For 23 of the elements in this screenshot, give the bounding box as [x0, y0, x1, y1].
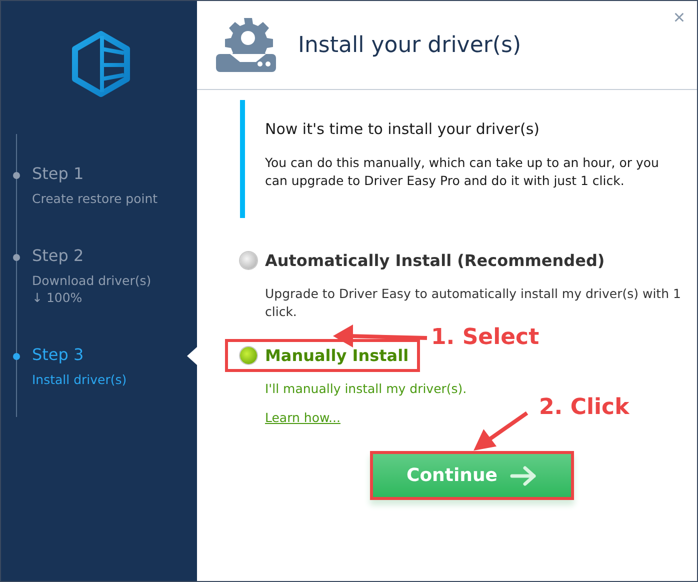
- step-title: Step 2: [32, 246, 84, 265]
- option-description: Upgrade to Driver Easy to automatically install my driver(s) with 1 click.: [265, 285, 682, 321]
- annotation-arrow: [474, 411, 528, 451]
- window-title: Install your driver(s): [298, 32, 522, 58]
- step-subtitle: Download driver(s): [32, 273, 152, 288]
- arrow-right-icon: [510, 466, 538, 486]
- step-title: Step 1: [32, 164, 84, 183]
- option-description: I'll manually install my driver(s).: [265, 380, 468, 398]
- annotation-text: 2. Click: [539, 395, 630, 420]
- annotation-text: 1. Select: [431, 325, 540, 350]
- radio-button[interactable]: [240, 347, 257, 364]
- learn-how-link[interactable]: Learn how...: [265, 410, 340, 425]
- radio-button[interactable]: [240, 252, 257, 269]
- info-text: You can do this manually, which can take up to an hour, or you can upgrade to Driver Easy Pro and do it with just 1 click.: [265, 154, 660, 190]
- step-title: Step 3: [32, 345, 84, 364]
- hexagon-logo-icon: [71, 31, 131, 97]
- info-heading: Now it's time to install your driver(s): [265, 120, 540, 138]
- step-subtitle: Install driver(s): [32, 372, 128, 387]
- close-button[interactable]: ×: [669, 7, 689, 30]
- option-label[interactable]: Manually Install: [265, 346, 409, 365]
- option-label[interactable]: Automatically Install (Recommended): [265, 251, 605, 270]
- continue-button[interactable]: Continue: [370, 451, 574, 500]
- step-subtitle: Create restore point: [32, 191, 159, 206]
